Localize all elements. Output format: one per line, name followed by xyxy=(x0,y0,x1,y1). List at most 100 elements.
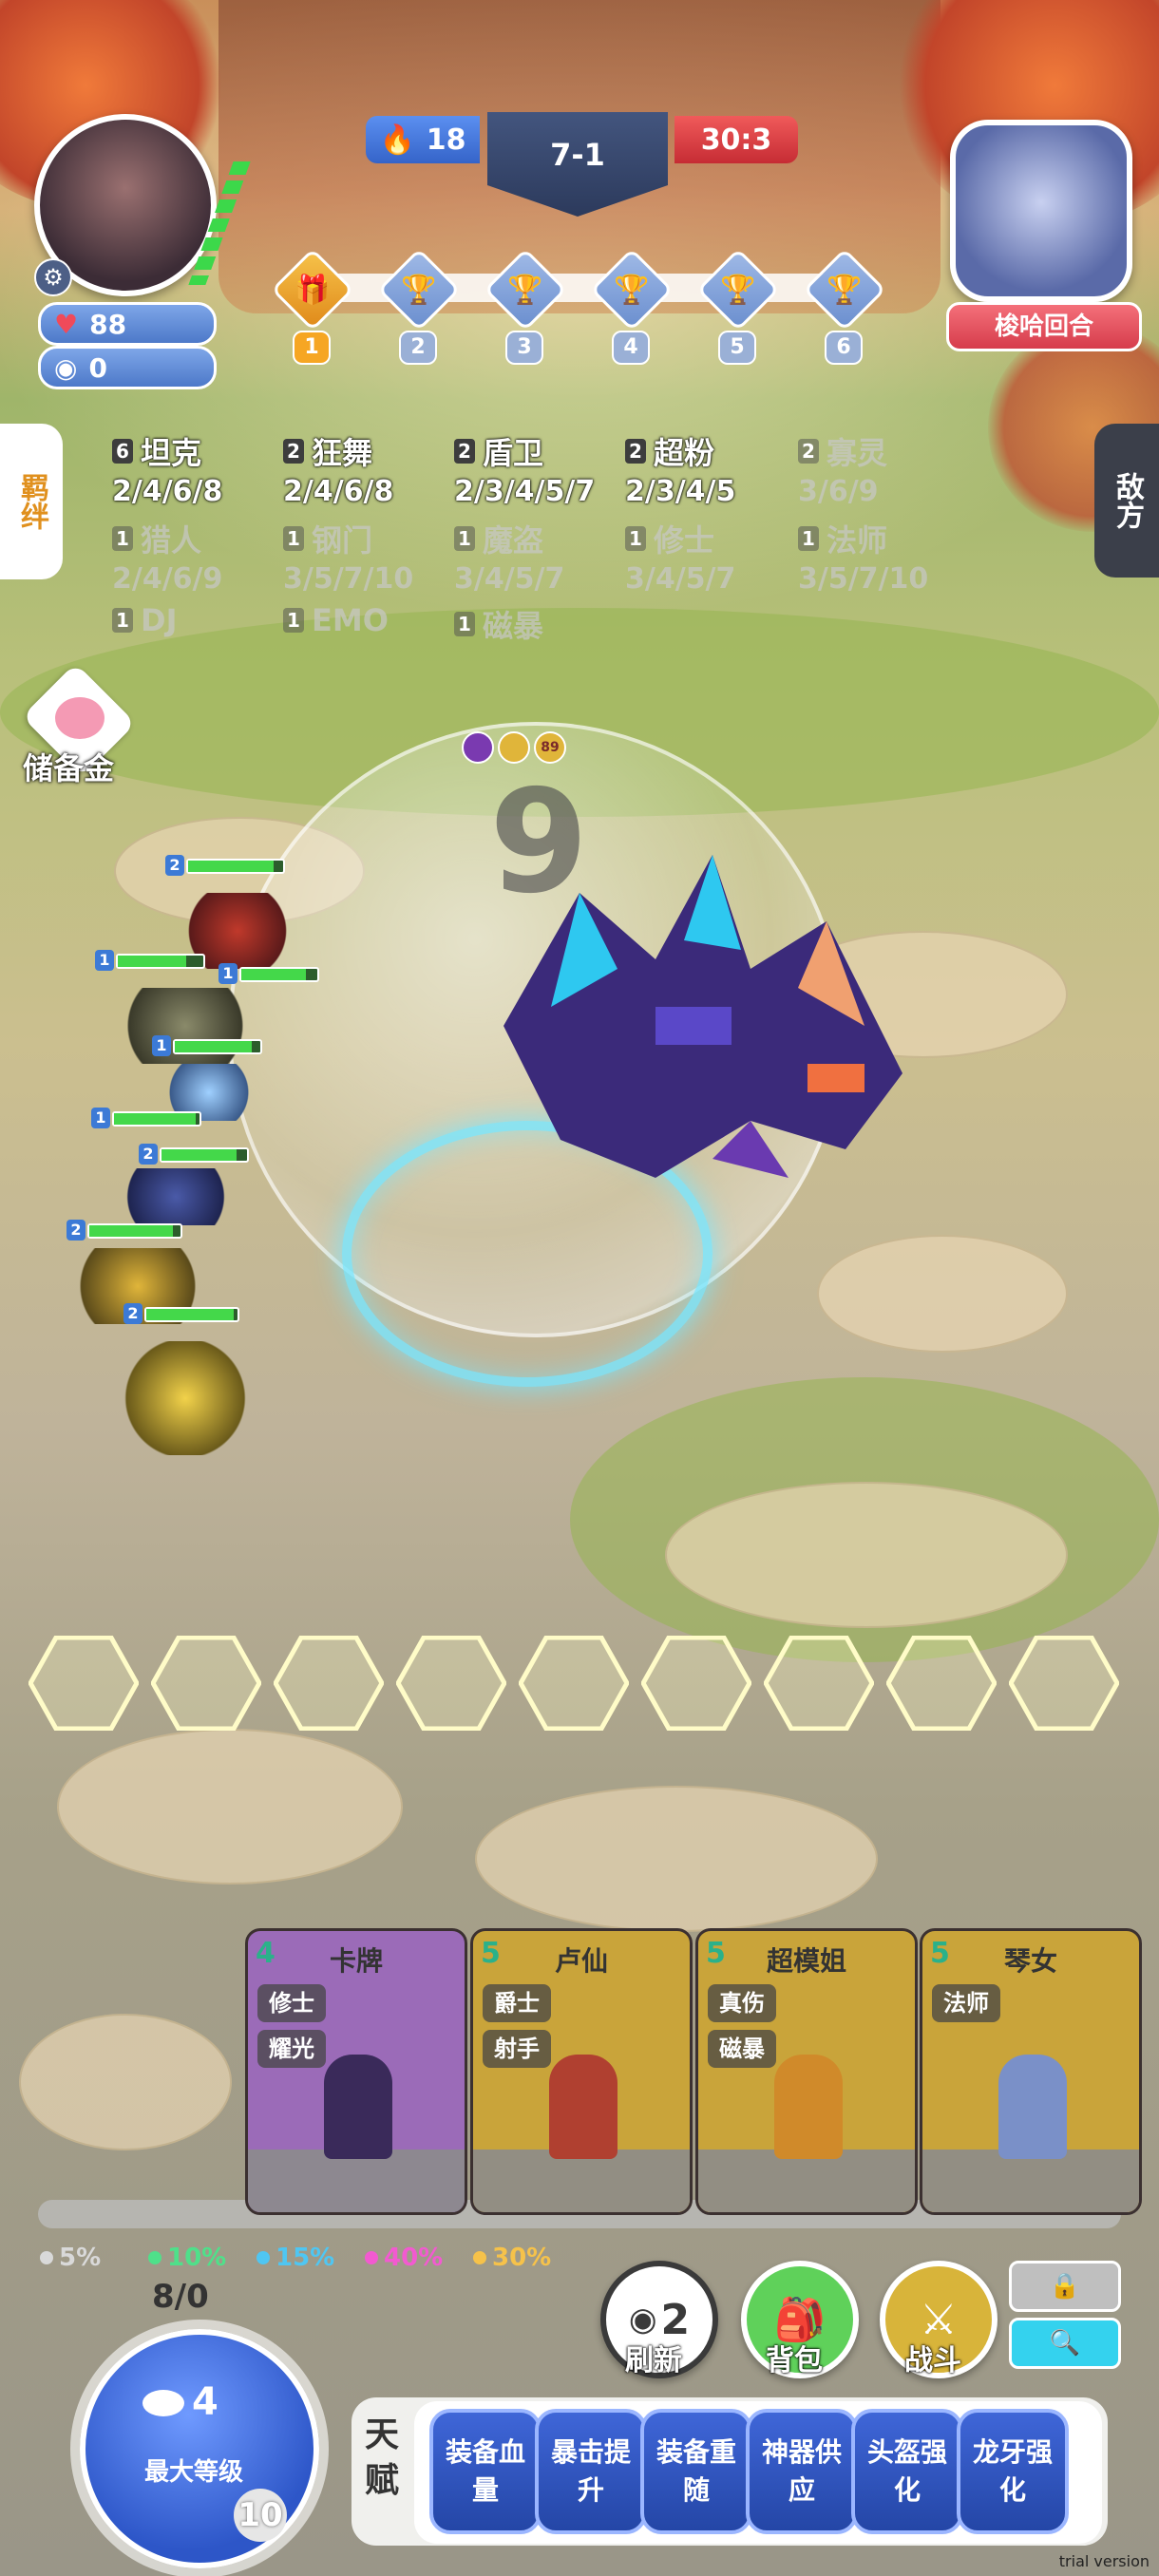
stone-tile xyxy=(19,2014,232,2150)
unit-sprite xyxy=(124,1341,247,1455)
synergy-count: 2 xyxy=(283,439,304,464)
bag-label: 背包 xyxy=(766,2344,823,2377)
coin-stack-icon xyxy=(142,2390,184,2416)
synergy-name: 修士 xyxy=(654,522,715,559)
enemy-tab[interactable]: 敌方 xyxy=(1094,424,1159,578)
synergy-item[interactable]: 1 修士 3/4/5/7 xyxy=(625,517,796,596)
talent-option[interactable]: 暴击提升 xyxy=(535,2409,647,2534)
lock-shop-button[interactable]: 🔒 xyxy=(1009,2261,1121,2312)
synergy-item[interactable]: 1 DJ xyxy=(112,602,283,680)
ally-unit[interactable]: 2 xyxy=(124,1303,256,1465)
bench-slot[interactable] xyxy=(518,1635,630,1732)
bench-slot[interactable] xyxy=(273,1635,385,1732)
synergy-item[interactable]: 1 磁暴 xyxy=(454,602,625,680)
odds-dot xyxy=(148,2251,162,2264)
card-trait: 真伤 xyxy=(708,1984,776,2022)
unit-level-badge: 2 xyxy=(139,1144,158,1165)
item-icon: 89 xyxy=(534,731,566,764)
bench-slot[interactable] xyxy=(885,1635,998,1732)
card-trait: 修士 xyxy=(257,1984,326,2022)
unit-hp-bar xyxy=(173,1039,262,1054)
bench-slot[interactable] xyxy=(28,1635,140,1732)
stage-number: 2 xyxy=(399,331,437,365)
synergy-item[interactable]: 2 盾卫 2/3/4/5/7 xyxy=(454,429,625,508)
synergy-item[interactable]: 2 超粉 2/3/4/5 xyxy=(625,429,796,508)
talent-option[interactable]: 龙牙强化 xyxy=(957,2409,1069,2534)
win-streak-value: 18 xyxy=(426,123,466,157)
unit-level-badge: 1 xyxy=(218,963,238,984)
shop-card[interactable]: 5 琴女 法师 xyxy=(920,1928,1142,2215)
flame-icon: 🔥 xyxy=(379,123,415,157)
synergy-item[interactable]: 1 魔盗 3/4/5/7 xyxy=(454,517,625,596)
talent-option[interactable]: 神器供应 xyxy=(746,2409,858,2534)
synergy-count: 1 xyxy=(112,608,133,633)
round-value: 7-1 xyxy=(550,137,605,173)
bench-slot[interactable] xyxy=(640,1635,752,1732)
player-hp-pill: ♥ 88 xyxy=(38,302,217,346)
level-up-button[interactable] xyxy=(80,2329,319,2568)
unit-portrait xyxy=(998,2055,1067,2159)
unit-level-badge: 2 xyxy=(66,1220,86,1241)
synergy-count: 1 xyxy=(283,608,304,633)
synergy-name: 法师 xyxy=(826,522,888,559)
unit-portrait xyxy=(774,2055,843,2159)
card-trait: 射手 xyxy=(483,2030,551,2068)
player-gold-pill: ◉ 0 xyxy=(38,346,217,389)
synergy-count: 2 xyxy=(454,439,475,464)
boss-dragon-sprite xyxy=(504,855,902,1178)
synergy-item[interactable]: 2 狂舞 2/4/6/8 xyxy=(283,429,454,508)
bench-slot[interactable] xyxy=(763,1635,875,1732)
trophy-icon: 🏆 xyxy=(614,273,650,307)
synergy-count: 1 xyxy=(625,526,646,551)
odds-entry: 40% xyxy=(365,2244,443,2272)
opponent-name: 梭哈回合 xyxy=(946,302,1142,351)
unit-level-badge: 2 xyxy=(165,855,184,876)
bench-slot[interactable] xyxy=(395,1635,507,1732)
coin-stack-icon: ◉ xyxy=(54,351,78,384)
card-trait: 法师 xyxy=(932,1984,1000,2022)
refresh-label: 刷新 xyxy=(625,2344,682,2377)
settings-gear-icon[interactable]: ⚙ xyxy=(34,258,72,296)
synergy-name: 磁暴 xyxy=(483,608,544,644)
synergy-item[interactable]: 2 寡灵 3/6/9 xyxy=(798,429,969,508)
unit-level-badge: 1 xyxy=(91,1108,110,1128)
synergy-item[interactable]: 1 法师 3/5/7/10 xyxy=(798,517,969,596)
boss-dragon[interactable] xyxy=(466,836,912,1197)
fight-label: 战斗 xyxy=(904,2344,961,2377)
card-name: 琴女 xyxy=(1003,1945,1057,1977)
win-streak: 🔥 18 xyxy=(366,116,480,163)
synergy-tab[interactable]: 羁绊 xyxy=(0,424,63,579)
odds-value: 40% xyxy=(384,2244,444,2272)
odds-dot xyxy=(256,2251,270,2264)
synergy-item[interactable]: 1 钢门 3/5/7/10 xyxy=(283,517,454,596)
synergy-item[interactable]: 6 坦克 2/4/6/8 xyxy=(112,429,283,508)
odds-entry: 30% xyxy=(473,2244,551,2272)
talent-option[interactable]: 装备血量 xyxy=(429,2409,542,2534)
level-up-label: 最大等级 xyxy=(143,2458,243,2487)
shop-card[interactable]: 4 卡牌 修士 耀光 xyxy=(245,1928,467,2215)
stone-tile xyxy=(57,1729,403,1885)
synergy-count: 1 xyxy=(454,612,475,636)
talent-option[interactable]: 装备重随 xyxy=(640,2409,752,2534)
synergy-item[interactable]: 1 EMO xyxy=(283,602,454,680)
trophy-icon: 🏆 xyxy=(507,273,543,307)
odds-value: 5% xyxy=(59,2244,102,2272)
shop-card[interactable]: 5 卢仙 爵士 射手 xyxy=(470,1928,693,2215)
search-button[interactable]: 🔍 xyxy=(1009,2318,1121,2369)
bench-slot[interactable] xyxy=(1008,1635,1120,1732)
synergy-tiers: 3/5/7/10 xyxy=(283,562,414,596)
opponent-avatar[interactable] xyxy=(950,120,1132,302)
synergy-tiers: 2/3/4/5/7 xyxy=(454,475,596,508)
talent-option[interactable]: 头盔强化 xyxy=(851,2409,963,2534)
bench-slot[interactable] xyxy=(150,1635,262,1732)
synergy-name: 寡灵 xyxy=(826,435,888,471)
odds-dot xyxy=(473,2251,486,2264)
round-timer: 30:3 xyxy=(674,116,798,163)
synergy-item[interactable]: 1 猎人 2/4/6/9 xyxy=(112,517,283,596)
synergy-tiers: 3/4/5/7 xyxy=(454,562,565,596)
card-trait: 磁暴 xyxy=(708,2030,776,2068)
item-icon xyxy=(462,731,494,764)
ally-unit[interactable]: 1 2 xyxy=(86,1108,256,1225)
shop-card[interactable]: 5 超模姐 真伤 磁暴 xyxy=(695,1928,918,2215)
stone-tile xyxy=(817,1235,1068,1353)
